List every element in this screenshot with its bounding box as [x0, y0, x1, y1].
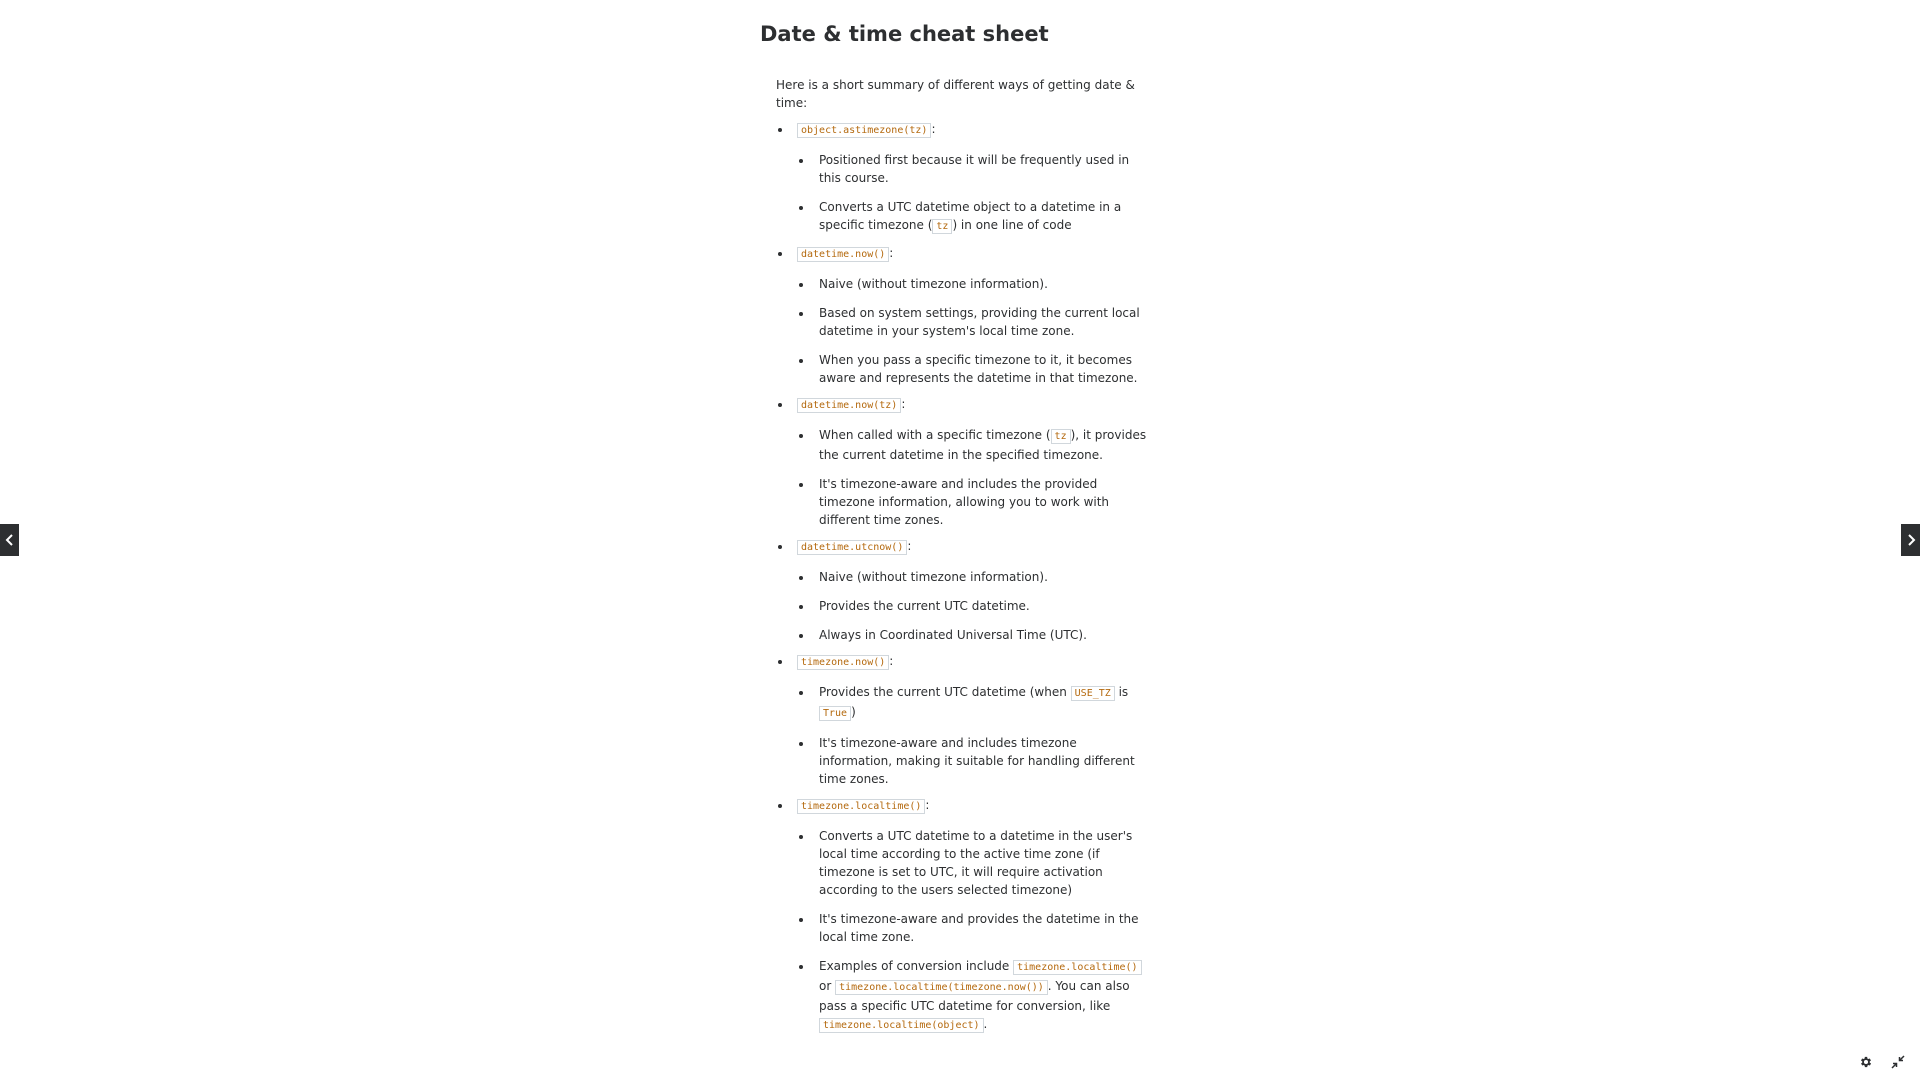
player-controls [1858, 1054, 1906, 1070]
point-item: Positioned first because it will be freq… [797, 151, 1149, 187]
point-text: or [819, 979, 836, 993]
point-text: Naive (without timezone information). [819, 570, 1048, 584]
point-text: It's timezone-aware and includes timezon… [819, 736, 1135, 786]
point-text: ) [851, 705, 856, 719]
section-suffix: : [931, 122, 936, 136]
inline-code: USE_TZ [1070, 686, 1115, 701]
cheat-sheet-list: object.astimezone(tz): Positioned first b… [760, 120, 1160, 1035]
chevron-left-icon [5, 534, 13, 546]
section-item: timezone.now(): Provides the current UTC … [760, 652, 1160, 788]
point-item: Converts a UTC datetime to a datetime in… [797, 827, 1149, 899]
point-item: Provides the current UTC datetime (when … [797, 683, 1149, 723]
section-points: Naive (without timezone information). Pro… [797, 568, 1160, 644]
point-item: Always in Coordinated Universal Time (UT… [797, 626, 1149, 644]
point-text: Positioned first because it will be freq… [819, 153, 1130, 185]
point-text: is [1114, 685, 1129, 699]
point-text: Based on system settings, providing the … [819, 306, 1140, 338]
inline-code: tz [1050, 429, 1071, 444]
exit-fullscreen-button[interactable] [1890, 1054, 1906, 1070]
section-code: object.astimezone(tz) [797, 123, 932, 138]
collapse-icon [1891, 1055, 1905, 1069]
previous-lecture-button[interactable] [0, 524, 19, 556]
chevron-right-icon [1907, 534, 1915, 546]
section-heading: object.astimezone(tz): [797, 120, 1160, 140]
point-text: Always in Coordinated Universal Time (UT… [819, 628, 1087, 642]
section-suffix: : [889, 654, 894, 668]
inline-code: tz [932, 219, 953, 234]
section-points: When called with a specific timezone (tz… [797, 426, 1160, 529]
section-suffix: : [907, 539, 912, 553]
lecture-page: Date & time cheat sheet Here is a short … [0, 0, 1920, 1080]
section-suffix: : [925, 798, 930, 812]
gear-icon [1860, 1056, 1872, 1068]
point-item: It's timezone-aware and includes timezon… [797, 734, 1149, 788]
point-item: Based on system settings, providing the … [797, 304, 1149, 340]
section-code: timezone.localtime() [797, 799, 926, 814]
section-code: datetime.now() [797, 247, 890, 262]
point-text: Naive (without timezone information). [819, 277, 1048, 291]
section-item: datetime.utcnow(): Naive (without timezon… [760, 537, 1160, 644]
point-text: Converts a UTC datetime to a datetime in… [819, 829, 1133, 897]
point-item: It's timezone-aware and includes the pro… [797, 475, 1149, 529]
section-points: Positioned first because it will be freq… [797, 151, 1160, 236]
settings-button[interactable] [1858, 1054, 1874, 1070]
inline-code: timezone.localtime(object) [819, 1018, 984, 1033]
section-points: Naive (without timezone information). Bas… [797, 275, 1160, 387]
point-item: When you pass a specific timezone to it,… [797, 351, 1149, 387]
section-heading: datetime.now(tz): [797, 395, 1160, 415]
section-code: datetime.utcnow() [797, 540, 908, 555]
point-item: Provides the current UTC datetime. [797, 597, 1149, 615]
section-item: datetime.now(tz): When called with a spec… [760, 395, 1160, 529]
section-points: Converts a UTC datetime to a datetime in… [797, 827, 1160, 1035]
point-item: Converts a UTC datetime object to a date… [797, 198, 1149, 236]
point-text: ) in one line of code [952, 218, 1072, 232]
point-text: When called with a specific timezone ( [819, 428, 1051, 442]
inline-code: True [819, 706, 852, 721]
point-text: . [983, 1017, 988, 1031]
section-heading: timezone.localtime(): [797, 796, 1160, 816]
inline-code: timezone.localtime() [1013, 960, 1142, 975]
point-text: Examples of conversion include [819, 959, 1014, 973]
point-text: When you pass a specific timezone to it,… [819, 353, 1138, 385]
section-item: datetime.now(): Naive (without timezone i… [760, 244, 1160, 387]
next-lecture-button[interactable] [1901, 524, 1920, 556]
section-code: datetime.now(tz) [797, 398, 902, 413]
section-heading: datetime.utcnow(): [797, 537, 1160, 557]
intro-text: Here is a short summary of different way… [776, 78, 1135, 110]
point-text: Provides the current UTC datetime. [819, 599, 1030, 613]
point-text: Provides the current UTC datetime (when [819, 685, 1071, 699]
point-item: Examples of conversion include timezone.… [797, 957, 1149, 1035]
point-item: Naive (without timezone information). [797, 568, 1149, 586]
point-item: It's timezone-aware and provides the dat… [797, 910, 1149, 946]
section-heading: datetime.now(): [797, 244, 1160, 264]
section-suffix: : [889, 246, 894, 260]
point-item: When called with a specific timezone (tz… [797, 426, 1149, 464]
page-title: Date & time cheat sheet [760, 22, 1049, 46]
section-heading: timezone.now(): [797, 652, 1160, 672]
point-text: It's timezone-aware and includes the pro… [819, 477, 1110, 527]
section-suffix: : [901, 397, 906, 411]
inline-code: timezone.localtime(timezone.now()) [835, 980, 1048, 995]
section-item: object.astimezone(tz): Positioned first b… [760, 120, 1160, 236]
article-content: Date & time cheat sheet Here is a short … [760, 20, 1160, 1035]
point-item: Naive (without timezone information). [797, 275, 1149, 293]
section-code: timezone.now() [797, 655, 890, 670]
section-points: Provides the current UTC datetime (when … [797, 683, 1160, 788]
section-item: timezone.localtime(): Converts a UTC date… [760, 796, 1160, 1035]
point-text: It's timezone-aware and provides the dat… [819, 912, 1139, 944]
